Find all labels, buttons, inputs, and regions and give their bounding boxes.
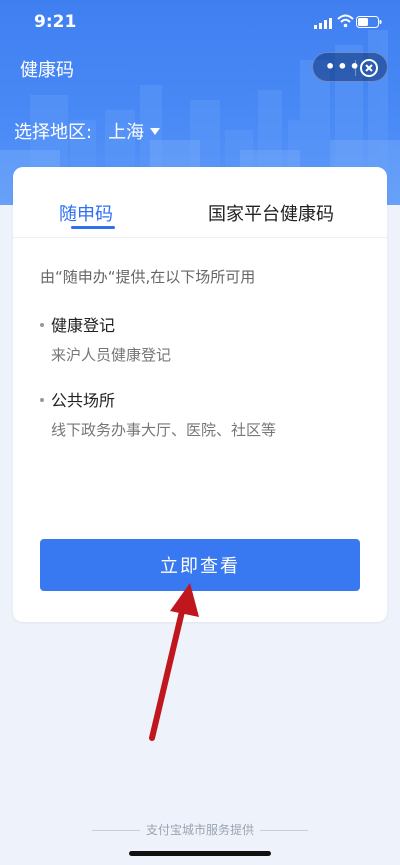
footer-text: 支付宝城市服务提供 (145, 823, 254, 837)
region-selector[interactable]: 选择地区: 上海 (14, 118, 161, 144)
intro-text: 由“随申办“提供,在以下场所可用 (40, 268, 256, 286)
item-title-health-registration: 健康登记 (51, 316, 116, 335)
status-time: 9:21 (34, 12, 77, 32)
page-title: 健康码 (20, 60, 74, 81)
tab-bar: 随申码 国家平台健康码 (13, 167, 387, 238)
item-title-public-places: 公共场所 (51, 391, 116, 410)
view-now-button[interactable]: 立即查看 (40, 539, 360, 591)
cellular-signal-icon (314, 18, 332, 29)
close-icon[interactable] (359, 58, 379, 78)
caret-down-icon[interactable] (150, 127, 161, 135)
item-desc-health-registration: 来沪人员健康登记 (51, 346, 172, 364)
bullet-dot (40, 323, 44, 327)
tab-national-health-code[interactable]: 国家平台健康码 (208, 200, 334, 226)
footer-divider-right (259, 830, 308, 831)
bullet-dot (40, 398, 44, 402)
info-card: 随申码 国家平台健康码 由“随申办“提供,在以下场所可用 健康登记 来沪人员健康… (13, 167, 387, 622)
home-indicator[interactable] (129, 851, 271, 856)
more-button[interactable]: ••• (325, 57, 362, 76)
tab-suishen-code[interactable]: 随申码 (59, 200, 113, 226)
battery-icon (356, 16, 382, 28)
footer-credit: 支付宝城市服务提供 (0, 821, 400, 838)
footer-divider-left (92, 830, 141, 831)
wifi-icon (337, 14, 354, 28)
region-label: 选择地区: (14, 122, 93, 143)
miniapp-capsule: ••• (312, 52, 388, 82)
item-desc-public-places: 线下政务办事大厅、医院、社区等 (51, 421, 277, 439)
region-city[interactable]: 上海 (108, 118, 144, 144)
capsule-divider (355, 60, 356, 76)
active-tab-indicator (71, 226, 115, 229)
status-bar: 9:21 (0, 0, 400, 44)
